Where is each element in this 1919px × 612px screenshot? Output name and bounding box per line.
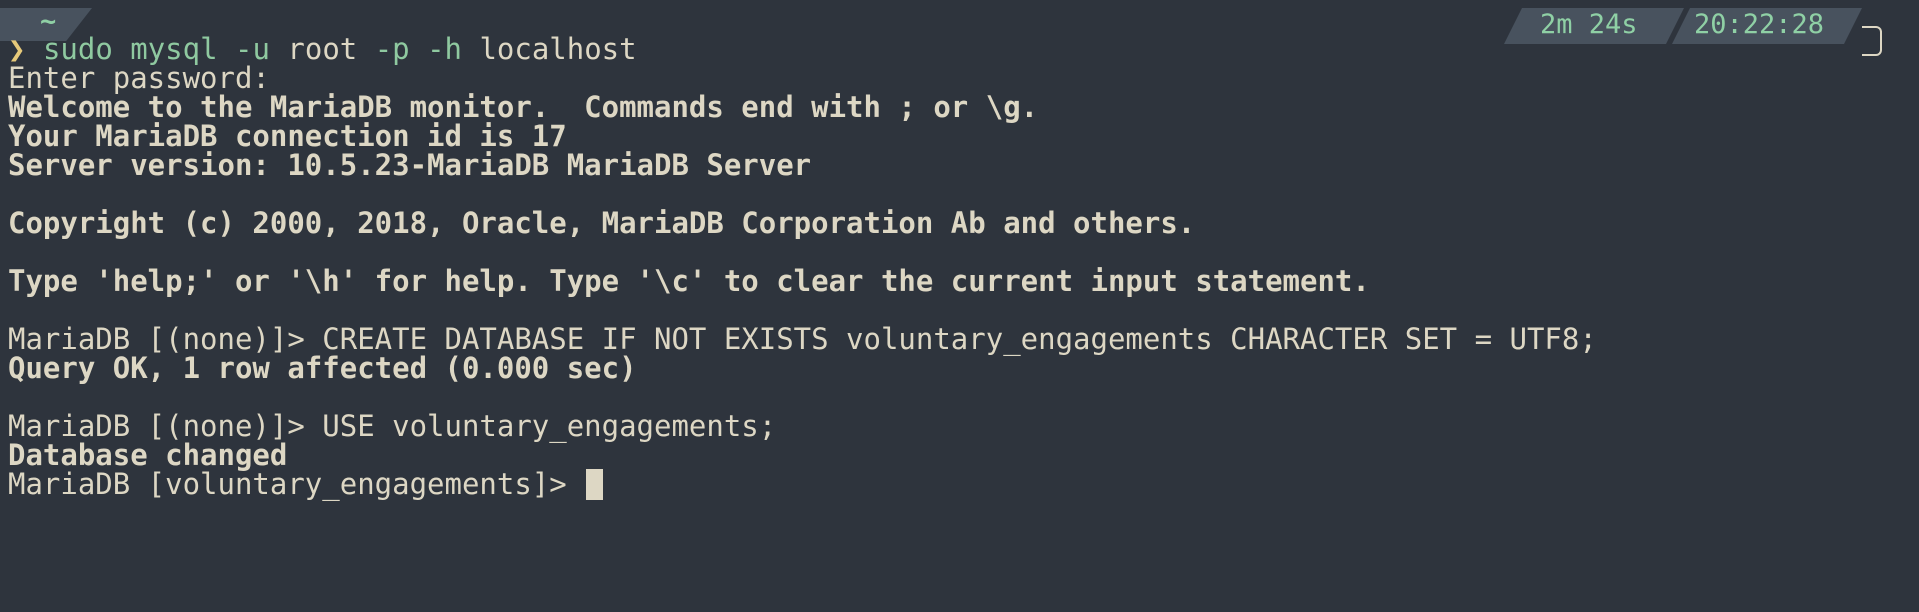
output-query-ok: Query OK, 1 row affected (0.000 sec): [8, 351, 637, 385]
current-input-line[interactable]: MariaDB [voluntary_engagements]>: [8, 467, 604, 502]
prompt-time-segment: 20:22:28: [1672, 8, 1862, 44]
output-server-version: Server version: 10.5.23-MariaDB MariaDB …: [8, 148, 812, 182]
command-host: localhost: [479, 32, 637, 66]
command-user: root: [287, 32, 358, 66]
prompt-corner-connector: [1862, 26, 1882, 56]
output-help: Type 'help;' or '\h' for help. Type '\c'…: [8, 264, 1370, 298]
current-prompt: MariaDB [voluntary_engagements]>: [8, 467, 585, 501]
text-cursor: [586, 469, 604, 500]
terminal-window[interactable]: ~ 2m 24s 20:22:28 ❯ sudo mysql -u root -…: [0, 0, 1919, 612]
prompt-duration: 2m 24s: [1540, 9, 1638, 40]
command-flags-ph: -p -h: [357, 32, 480, 66]
prompt-duration-segment: 2m 24s: [1504, 8, 1684, 44]
output-copyright: Copyright (c) 2000, 2018, Oracle, MariaD…: [8, 206, 1196, 240]
prompt-time: 20:22:28: [1694, 9, 1825, 40]
